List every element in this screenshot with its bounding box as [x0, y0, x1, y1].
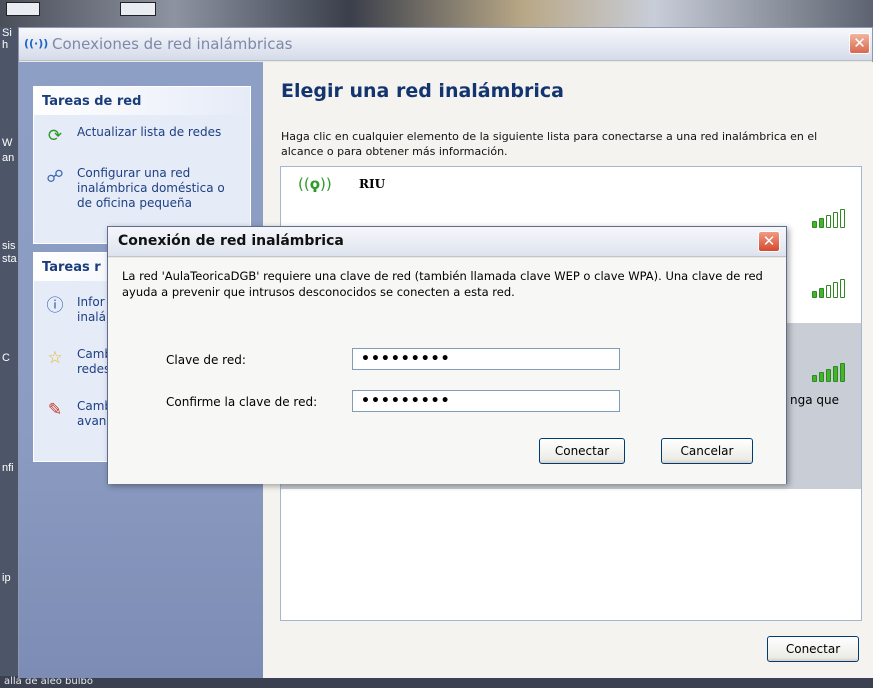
network-status-text: nga que	[790, 393, 839, 407]
network-key-dialog: Conexión de red inalámbrica ✕ La red 'Au…	[107, 226, 787, 484]
desktop-text: ip	[2, 572, 11, 584]
window-titlebar[interactable]: ((·)) Conexiones de red inalámbricas ✕	[19, 28, 872, 61]
desktop-text: an	[2, 152, 15, 164]
dialog-message: La red 'AulaTeoricaDGB' requiere una cla…	[122, 269, 763, 299]
network-key-label: Clave de red:	[166, 353, 246, 367]
desktop-item	[120, 2, 156, 16]
network-key-input[interactable]: •••••••••	[352, 348, 620, 370]
wireless-icon: ((·))	[24, 37, 49, 50]
refresh-network-list-label: Actualizar lista de redes	[77, 125, 222, 139]
desktop-text: C	[2, 352, 10, 364]
dialog-body: La red 'AulaTeoricaDGB' requiere una cla…	[108, 258, 786, 484]
refresh-icon: ⟳	[47, 126, 63, 146]
info-wireless-label: Infor inalá	[77, 295, 106, 324]
setup-home-network-link[interactable]: ☍ Configurar una red inalámbrica domésti…	[34, 162, 250, 215]
signal-strength-bars	[812, 279, 845, 298]
signal-strength-bars	[812, 363, 845, 382]
change-preferred-order-label: Camb redes	[77, 347, 113, 376]
antenna-icon: ((ϙ))	[298, 175, 332, 193]
dialog-titlebar[interactable]: Conexión de red inalámbrica	[108, 227, 786, 257]
desktop-text: Si	[2, 27, 12, 39]
network-tasks-title: Tareas de red	[34, 87, 250, 115]
dialog-title: Conexión de red inalámbrica	[118, 233, 344, 249]
desktop-text: h	[2, 39, 9, 51]
dialog-connect-button[interactable]: Conectar	[539, 438, 625, 464]
desktop-item	[6, 2, 40, 16]
page-description: Haga clic en cualquier elemento de la si…	[281, 130, 818, 158]
star-icon: ☆	[47, 348, 63, 368]
dialog-close-button[interactable]: ✕	[758, 231, 780, 252]
change-advanced-settings-label: Camb avan	[77, 399, 113, 428]
window-title: Conexiones de red inalámbricas	[52, 35, 293, 53]
advanced-settings-icon: ✎	[47, 400, 63, 420]
confirm-key-input[interactable]: •••••••••	[352, 390, 620, 412]
desktop-text: sta	[2, 253, 17, 265]
info-icon: ⓘ	[46, 296, 64, 316]
desktop-text: nfi	[2, 462, 14, 474]
refresh-network-list-link[interactable]: ⟳ Actualizar lista de redes	[34, 121, 250, 146]
network-tasks-panel: Tareas de red ⟳ Actualizar lista de rede…	[33, 86, 251, 244]
setup-home-network-label: Configurar una red inalámbrica doméstica…	[77, 166, 225, 210]
dialog-cancel-button[interactable]: Cancelar	[661, 438, 753, 464]
network-name: RIU	[359, 177, 386, 191]
network-setup-icon: ☍	[46, 167, 64, 187]
signal-strength-bars	[812, 209, 845, 228]
desktop-text: sis	[2, 240, 16, 252]
window-close-button[interactable]: ✕	[849, 33, 870, 54]
page-title: Elegir una red inalámbrica	[281, 80, 564, 102]
desktop-background-top	[0, 0, 873, 27]
connect-button[interactable]: Conectar	[767, 636, 859, 662]
desktop-text: W	[2, 137, 13, 149]
confirm-key-label: Confirme la clave de red:	[166, 395, 318, 409]
